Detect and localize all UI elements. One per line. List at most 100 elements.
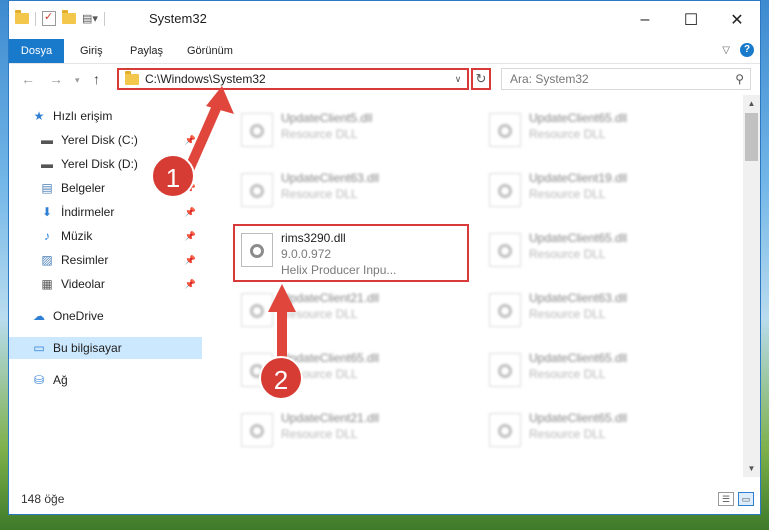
dll-file-icon xyxy=(489,293,521,327)
file-item[interactable]: UpdateClient63.dll Resource DLL xyxy=(477,285,717,341)
tiles-view-icon[interactable]: ▭ xyxy=(738,492,754,506)
pin-icon: 📌 xyxy=(184,134,196,145)
file-name: UpdateClient65.dll xyxy=(529,411,628,425)
drive-icon: ▬ xyxy=(41,157,53,171)
file-type: Resource DLL xyxy=(529,247,606,261)
sidebar-item-bu-bilgisayar[interactable]: ▭ Bu bilgisayar xyxy=(9,337,202,359)
search-icon: ⚲ xyxy=(735,72,744,86)
sidebar-item-label: İndirmeler xyxy=(61,205,115,219)
dll-file-icon xyxy=(489,233,521,267)
back-arrow-icon[interactable]: ← xyxy=(21,71,35,87)
file-item[interactable]: UpdateClient21.dll Resource DLL xyxy=(229,285,469,341)
pictures-icon: ▨ xyxy=(41,253,53,267)
file-type: Resource DLL xyxy=(529,427,606,441)
scroll-thumb[interactable] xyxy=(745,113,758,161)
music-icon: ♪ xyxy=(44,229,50,243)
dll-file-icon xyxy=(489,173,521,207)
close-button[interactable]: ✕ xyxy=(714,1,760,39)
status-bar: 148 öğe ☰ ▭ xyxy=(9,486,760,514)
video-icon: ▦ xyxy=(41,277,53,291)
sidebar-item-disk-c[interactable]: ▬ Yerel Disk (C:) 📌 xyxy=(39,129,202,151)
document-icon: ▤ xyxy=(41,181,53,195)
sidebar-item-ag[interactable]: ⛁ Ağ xyxy=(31,369,202,391)
file-item[interactable]: UpdateClient21.dll Resource DLL xyxy=(229,405,469,461)
file-name: UpdateClient21.dll xyxy=(281,411,380,425)
file-type: Resource DLL xyxy=(529,367,606,381)
file-name: UpdateClient65.dll xyxy=(529,231,628,245)
file-list: UpdateClient5.dll Resource DLL UpdateCli… xyxy=(205,95,742,477)
sidebar-item-label: Hızlı erişim xyxy=(53,109,113,123)
dll-file-icon xyxy=(241,173,273,207)
ribbon-right: ▽ ? xyxy=(722,43,754,57)
file-item[interactable]: UpdateClient5.dll Resource DLL xyxy=(229,105,469,161)
details-view-icon[interactable]: ☰ xyxy=(718,492,734,506)
ribbon-tabs: Dosya Giriş Paylaş Görünüm ▽ ? xyxy=(9,39,760,64)
tab-gorunum[interactable]: Görünüm xyxy=(187,39,233,63)
sidebar-item-resimler[interactable]: ▨ Resimler 📌 xyxy=(39,249,202,271)
file-type: Resource DLL xyxy=(281,307,358,321)
search-placeholder: Ara: System32 xyxy=(510,72,589,86)
title-bar: ▤▾ System32 – ☐ ✕ xyxy=(9,1,760,39)
file-name: UpdateClient65.dll xyxy=(529,111,628,125)
file-type: Resource DLL xyxy=(281,127,358,141)
file-name: UpdateClient21.dll xyxy=(281,291,380,305)
address-bar[interactable]: C:\Windows\System32 ∨ xyxy=(117,68,469,90)
recent-locations-icon[interactable]: ▾ xyxy=(75,75,80,86)
highlight-box xyxy=(233,224,469,282)
dll-file-icon xyxy=(241,293,273,327)
file-name: UpdateClient19.dll xyxy=(529,171,628,185)
sidebar-item-muzik[interactable]: ♪ Müzik 📌 xyxy=(39,225,202,247)
folder-icon xyxy=(15,10,29,24)
minimize-button[interactable]: – xyxy=(622,1,668,39)
help-icon[interactable]: ? xyxy=(740,43,754,57)
sidebar-item-label: Yerel Disk (C:) xyxy=(61,133,138,147)
tab-dosya[interactable]: Dosya xyxy=(9,39,64,63)
tab-paylas[interactable]: Paylaş xyxy=(130,39,163,63)
file-item[interactable]: UpdateClient65.dll Resource DLL xyxy=(477,405,717,461)
sidebar-item-videolar[interactable]: ▦ Videolar 📌 xyxy=(39,273,202,295)
vertical-scrollbar[interactable]: ▲ ▼ xyxy=(743,95,760,477)
dll-file-icon xyxy=(489,353,521,387)
sidebar-item-label: Ağ xyxy=(53,373,68,387)
properties-icon[interactable] xyxy=(42,10,56,26)
sidebar-item-label: Belgeler xyxy=(61,181,106,195)
forward-arrow-icon[interactable]: → xyxy=(49,71,63,87)
expand-ribbon-icon[interactable]: ▽ xyxy=(722,45,730,56)
sidebar-item-label: Müzik xyxy=(61,229,93,243)
new-folder-icon[interactable] xyxy=(62,10,76,24)
file-name: UpdateClient5.dll xyxy=(281,111,373,125)
drive-icon: ▬ xyxy=(41,133,53,147)
address-dropdown-icon[interactable]: ∨ xyxy=(449,74,467,85)
sidebar-item-label: OneDrive xyxy=(53,309,104,323)
file-item[interactable]: UpdateClient65.dll Resource DLL xyxy=(477,225,717,281)
up-arrow-icon[interactable]: ↑ xyxy=(93,71,100,87)
sidebar-item-onedrive[interactable]: ☁ OneDrive xyxy=(31,305,202,327)
item-count: 148 öğe xyxy=(21,492,65,506)
maximize-button[interactable]: ☐ xyxy=(668,1,714,39)
file-name: UpdateClient63.dll xyxy=(529,291,628,305)
folder-icon xyxy=(125,70,139,85)
customize-toolbar-icon[interactable]: ▤▾ xyxy=(82,12,98,25)
dll-file-icon xyxy=(489,113,521,147)
pin-icon: 📌 xyxy=(184,254,196,265)
sidebar-item-label: Bu bilgisayar xyxy=(53,341,122,355)
separator xyxy=(103,11,105,26)
tab-giris[interactable]: Giriş xyxy=(80,39,103,63)
search-input[interactable]: Ara: System32 ⚲ xyxy=(501,68,751,90)
file-item[interactable]: UpdateClient65.dll Resource DLL xyxy=(477,105,717,161)
scroll-up-icon[interactable]: ▲ xyxy=(743,99,760,108)
file-item[interactable]: UpdateClient19.dll Resource DLL xyxy=(477,165,717,221)
dll-file-icon xyxy=(489,413,521,447)
dll-file-icon xyxy=(241,113,273,147)
file-type: Resource DLL xyxy=(281,427,358,441)
sidebar-item-quick-access[interactable]: ★ Hızlı erişim xyxy=(31,105,202,127)
star-icon: ★ xyxy=(33,109,45,123)
pin-icon: 📌 xyxy=(184,278,196,289)
sidebar-item-indirmeler[interactable]: ⬇ İndirmeler 📌 xyxy=(39,201,202,223)
refresh-button[interactable]: ↻ xyxy=(471,68,491,90)
scroll-down-icon[interactable]: ▼ xyxy=(743,464,760,473)
file-item[interactable]: UpdateClient63.dll Resource DLL xyxy=(229,165,469,221)
address-text[interactable]: C:\Windows\System32 xyxy=(145,72,449,86)
file-name: UpdateClient65.dll xyxy=(529,351,628,365)
file-item[interactable]: UpdateClient65.dll Resource DLL xyxy=(477,345,717,401)
